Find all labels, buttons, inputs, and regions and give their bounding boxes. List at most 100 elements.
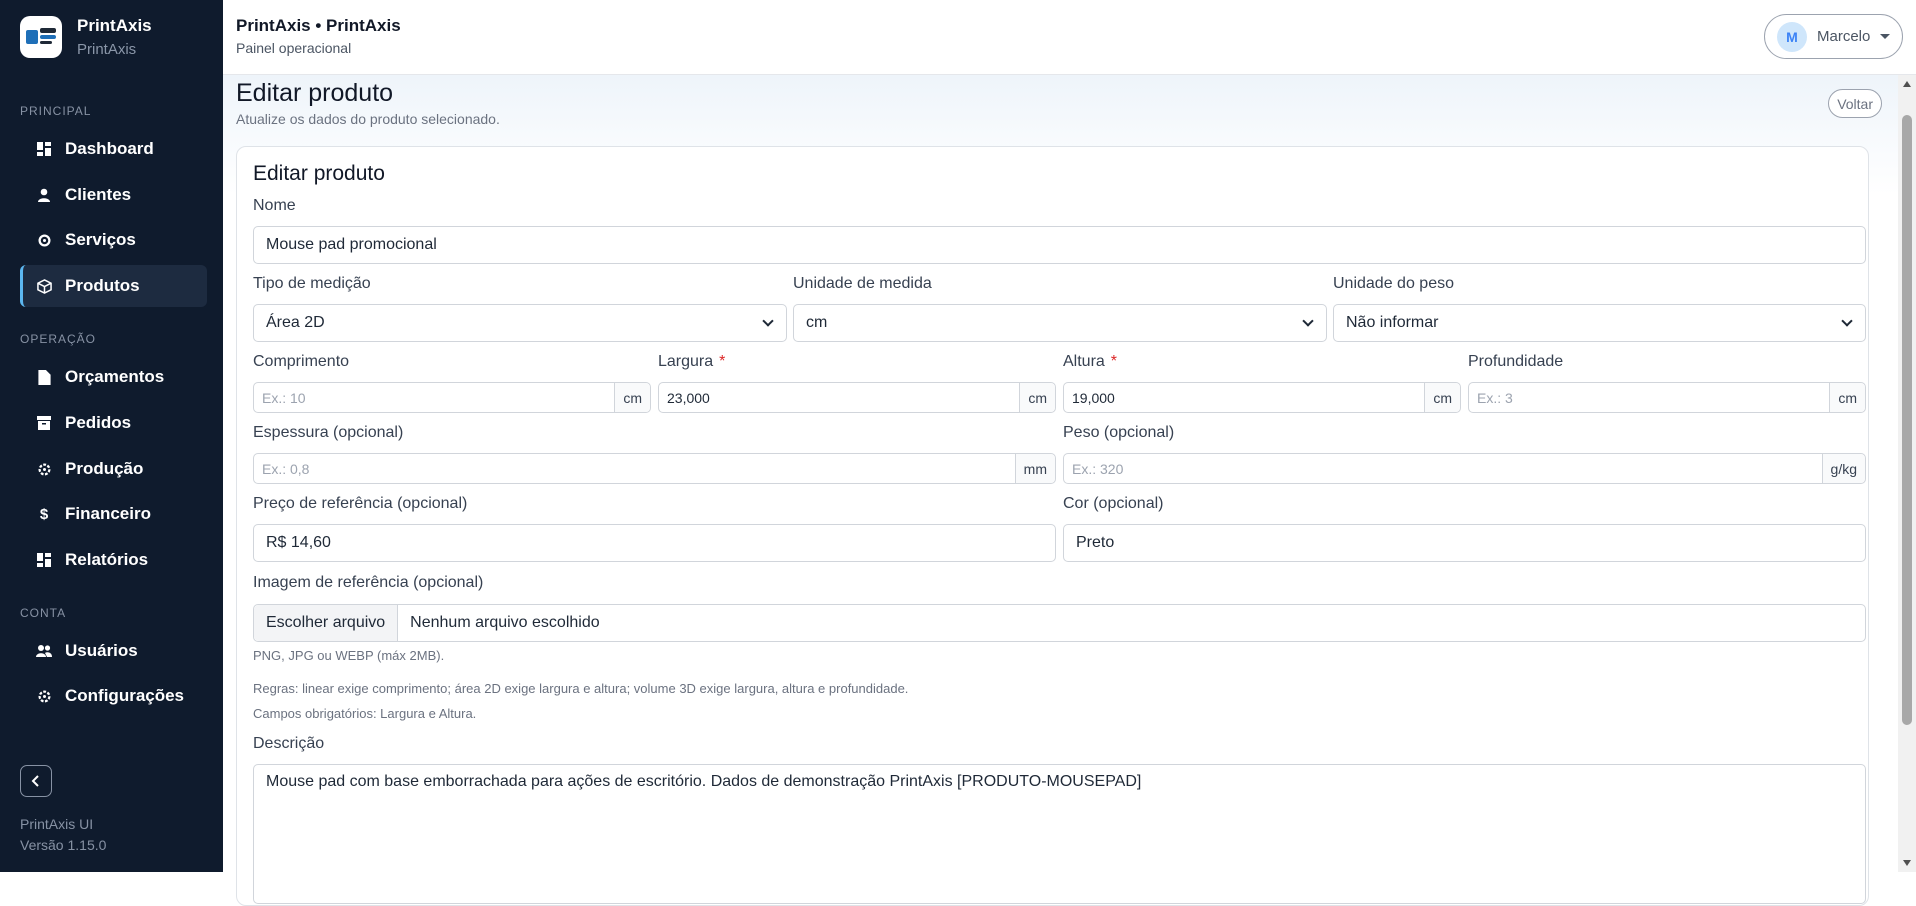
altura-field: 19,000 cm: [1063, 382, 1461, 413]
unidade-peso-label: Unidade do peso: [1333, 275, 1454, 292]
peso-unit: g/kg: [1821, 454, 1865, 483]
chevron-left-icon: [31, 775, 39, 787]
comprimento-unit: cm: [614, 383, 650, 412]
peso-input[interactable]: Ex.: 320: [1064, 454, 1822, 483]
footer-version: Versão 1.15.0: [20, 837, 107, 853]
altura-input[interactable]: 19,000: [1064, 383, 1424, 412]
unidade-peso-select[interactable]: Não informar: [1333, 304, 1866, 342]
altura-label-text: Altura: [1063, 353, 1105, 370]
dashboard-icon: [36, 141, 52, 157]
chevron-down-icon: [1841, 315, 1853, 327]
dollar-icon: $: [39, 505, 49, 523]
unidade-medida-select[interactable]: cm: [793, 304, 1327, 342]
sidebar-item-servicos[interactable]: Serviços: [20, 219, 207, 261]
caret-down-icon: [1880, 34, 1891, 39]
required-marker: *: [1110, 353, 1118, 370]
user-menu-button[interactable]: M Marcelo: [1764, 14, 1903, 59]
descricao-textarea[interactable]: Mouse pad com base emborrachada para açõ…: [253, 764, 1866, 904]
scroll-up-icon[interactable]: [1903, 81, 1911, 87]
sidebar-footer: PrintAxis UI Versão 1.15.0: [20, 814, 106, 856]
collapse-sidebar-button[interactable]: [20, 765, 52, 797]
altura-unit: cm: [1424, 383, 1460, 412]
sidebar-item-label: Serviços: [65, 230, 136, 249]
page-scrollbar[interactable]: [1898, 75, 1916, 872]
profundidade-unit: cm: [1829, 383, 1865, 412]
sidebar-item-financeiro[interactable]: $ Financeiro: [20, 493, 207, 535]
back-button[interactable]: Voltar: [1828, 89, 1882, 118]
file-name: Nenhum arquivo escolhido: [410, 614, 600, 631]
comprimento-field: Ex.: 10 cm: [253, 382, 651, 413]
sidebar-item-dashboard[interactable]: Dashboard: [20, 128, 207, 170]
app-subtitle: Painel operacional: [236, 40, 352, 56]
espessura-unit: mm: [1014, 454, 1055, 483]
sidebar-item-pedidos[interactable]: Pedidos: [20, 402, 207, 444]
imagem-label: Imagem de referência (opcional): [253, 574, 484, 591]
profundidade-label: Profundidade: [1468, 353, 1564, 370]
sidebar-item-producao[interactable]: Produção: [20, 448, 207, 490]
chevron-down-icon: [762, 315, 774, 327]
descricao-label: Descrição: [253, 735, 325, 752]
rules-text: Regras: linear exige comprimento; área 2…: [253, 681, 909, 696]
sidebar-item-label: Pedidos: [65, 413, 132, 432]
app-title: PrintAxis • PrintAxis: [236, 16, 401, 35]
largura-field: 23,000 cm: [658, 382, 1056, 413]
unidade-peso-value: Não informar: [1346, 314, 1439, 331]
largura-input[interactable]: 23,000: [659, 383, 1019, 412]
sidebar-item-orcamentos[interactable]: Orçamentos: [20, 356, 207, 398]
sidebar-item-label: Dashboard: [65, 139, 154, 158]
comprimento-label: Comprimento: [253, 353, 350, 370]
sidebar-item-relatorios[interactable]: Relatórios: [20, 539, 207, 581]
preco-label: Preço de referência (opcional): [253, 495, 468, 512]
user-icon: [36, 187, 52, 203]
footer-app-name: PrintAxis UI: [20, 816, 94, 832]
tipo-medicao-select[interactable]: Área 2D: [253, 304, 787, 342]
sidebar-item-label: Produtos: [65, 276, 140, 295]
section-label-operacao: OPERAÇÃO: [20, 332, 97, 346]
tipo-medicao-value: Área 2D: [266, 314, 325, 331]
choose-file-button[interactable]: Escolher arquivo: [254, 605, 399, 641]
nome-input[interactable]: Mouse pad promocional: [253, 226, 1866, 264]
section-label-conta: CONTA: [20, 606, 67, 620]
profundidade-input[interactable]: Ex.: 3: [1469, 383, 1829, 412]
sidebar-item-clientes[interactable]: Clientes: [20, 174, 207, 216]
cor-input[interactable]: Preto: [1063, 524, 1866, 562]
avatar: M: [1777, 21, 1807, 52]
sidebar: PrintAxis PrintAxis PRINCIPAL Dashboard …: [0, 0, 223, 872]
espessura-field: Ex.: 0,8 mm: [253, 453, 1056, 484]
top-bar: PrintAxis • PrintAxis Painel operacional…: [223, 0, 1916, 75]
largura-unit: cm: [1019, 383, 1055, 412]
espessura-label: Espessura (opcional): [253, 424, 404, 441]
sidebar-item-produtos[interactable]: Produtos: [20, 265, 207, 307]
cor-label: Cor (opcional): [1063, 495, 1164, 512]
brand-title: PrintAxis: [77, 16, 152, 35]
card-title: Editar produto: [253, 162, 385, 185]
peso-label: Peso (opcional): [1063, 424, 1175, 441]
dashboard-icon: [36, 552, 52, 568]
comprimento-input[interactable]: Ex.: 10: [254, 383, 614, 412]
section-label-principal: PRINCIPAL: [20, 104, 92, 118]
altura-label: Altura *: [1063, 353, 1117, 371]
sidebar-item-usuarios[interactable]: Usuários: [20, 630, 207, 672]
page-subtitle: Atualize os dados do produto selecionado…: [236, 111, 500, 127]
nome-label: Nome: [253, 197, 296, 214]
unidade-medida-value: cm: [806, 314, 828, 331]
main-content: Editar produto Atualize os dados do prod…: [223, 75, 1898, 906]
sidebar-item-configuracoes[interactable]: Configurações: [20, 675, 207, 717]
gear-icon: [36, 688, 52, 704]
gear-icon: [36, 461, 52, 477]
sidebar-item-label: Usuários: [65, 641, 138, 660]
page-title: Editar produto: [236, 79, 394, 107]
preco-input[interactable]: R$ 14,60: [253, 524, 1056, 562]
sidebar-item-label: Financeiro: [65, 504, 151, 523]
largura-label-text: Largura: [658, 353, 714, 370]
brand-subtitle: PrintAxis: [77, 41, 137, 58]
scroll-thumb[interactable]: [1902, 115, 1912, 725]
scroll-down-icon[interactable]: [1903, 860, 1911, 866]
brand: PrintAxis PrintAxis: [20, 16, 152, 58]
profundidade-field: Ex.: 3 cm: [1468, 382, 1866, 413]
largura-label: Largura *: [658, 353, 725, 371]
imagem-file-input[interactable]: Escolher arquivo Nenhum arquivo escolhid…: [253, 604, 1866, 642]
espessura-input[interactable]: Ex.: 0,8: [254, 454, 1015, 483]
gear-icon: [36, 232, 52, 248]
chevron-down-icon: [1302, 315, 1314, 327]
